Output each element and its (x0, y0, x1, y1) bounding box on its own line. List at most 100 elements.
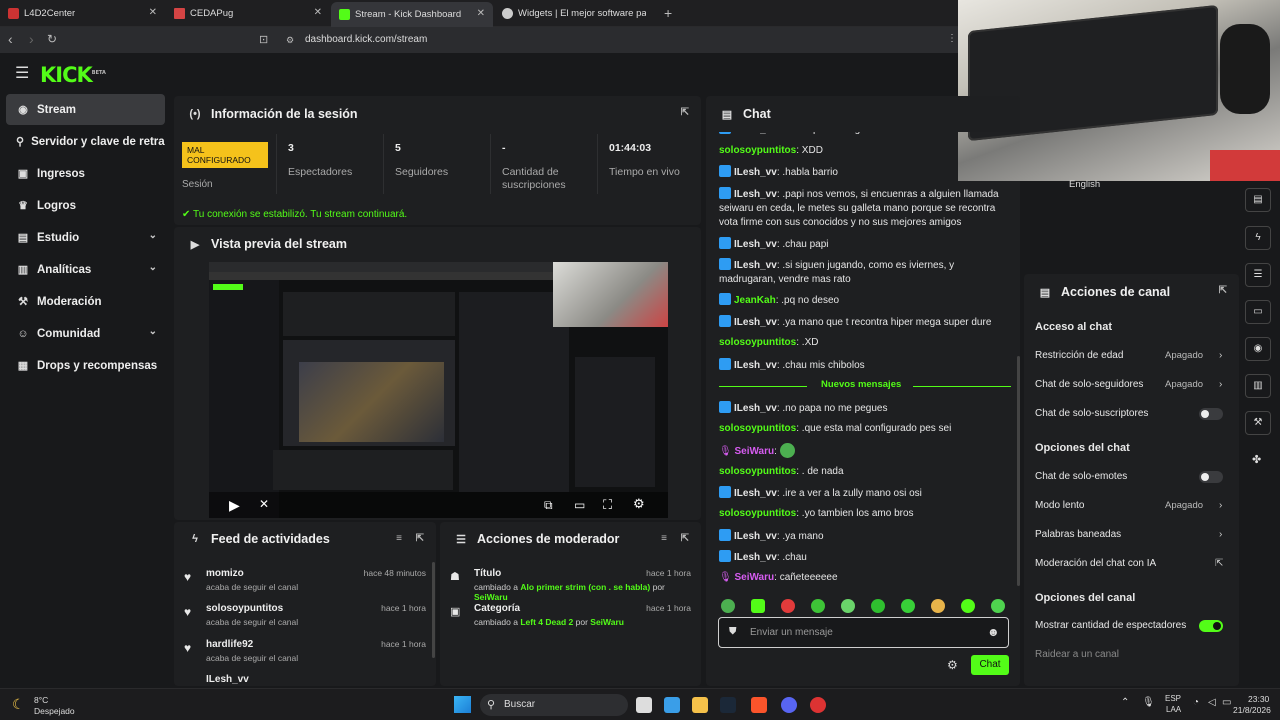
mic-icon[interactable]: 🎙 (1142, 697, 1155, 708)
activity-user[interactable]: ILesh_vv (206, 674, 426, 685)
back-icon[interactable]: ‹ (8, 31, 13, 47)
file-explorer-icon[interactable] (692, 697, 708, 713)
chat-username[interactable]: ILesh_vv (734, 403, 777, 414)
sidebar-item-income[interactable]: ▣ Ingresos (6, 158, 165, 189)
bookmark-icon[interactable]: ⊡ (259, 33, 268, 46)
chat-username[interactable]: ILesh_vv (734, 552, 777, 563)
sidebar-item-achievements[interactable]: ♛ Logros (6, 190, 165, 221)
emote-icon[interactable] (721, 599, 735, 613)
discord-icon[interactable] (781, 697, 797, 713)
chat-input[interactable]: ⛊ Enviar un mensaje ☻ (718, 617, 1009, 648)
chat-bubble-icon[interactable]: ▭ (1245, 300, 1271, 324)
chat-username[interactable]: solosoypuntitos (719, 337, 796, 348)
sidebar-item-moderation[interactable]: ⚒ Moderación (6, 286, 165, 317)
popout-icon[interactable]: ⇱ (416, 533, 424, 544)
sidebar-item-studio[interactable]: ▤ Estudio ⌄ (6, 222, 165, 253)
mod-action-user[interactable]: SeiWaru (590, 617, 624, 627)
battery-icon[interactable]: ▭ (1222, 697, 1231, 708)
browser-tab[interactable]: Widgets | El mejor software para pod (494, 0, 659, 27)
list-icon[interactable]: ☰ (1245, 263, 1271, 287)
reload-icon[interactable]: ↻ (47, 32, 57, 46)
mod-action-user[interactable]: SeiWaru (474, 592, 508, 602)
chat-send-button[interactable]: Chat (971, 655, 1009, 675)
emote-icon[interactable] (751, 599, 765, 613)
close-icon[interactable]: ✕ (314, 7, 322, 18)
chat-username[interactable]: solosoypuntitos (719, 508, 796, 519)
chat-username[interactable]: ILesh_vv (734, 531, 777, 542)
sidebar-item-server-key[interactable]: ⚲ Servidor y clave de retransmisión (6, 126, 165, 157)
emote-icon[interactable] (781, 599, 795, 613)
emote-icon[interactable] (961, 599, 975, 613)
sidebar-item-community[interactable]: ☺ Comunidad ⌄ (6, 318, 165, 349)
clock-time[interactable]: 23:30 (1248, 694, 1269, 704)
toggle-switch[interactable] (1199, 471, 1223, 483)
scrollbar[interactable] (432, 562, 435, 658)
chat-username[interactable]: solosoypuntitos (719, 466, 796, 477)
setting-raid[interactable]: Raidear a un canal (1035, 649, 1235, 660)
sidebar-item-analytics[interactable]: ▥ Analíticas ⌄ (6, 254, 165, 285)
hamburger-menu-icon[interactable]: ☰ (15, 63, 29, 83)
chat-settings-icon[interactable]: ⚙ (947, 658, 958, 672)
forward-icon[interactable]: › (29, 31, 34, 47)
chevron-up-icon[interactable]: ⌃ (1121, 697, 1129, 708)
taskbar-search[interactable]: ⚲ Buscar (480, 694, 628, 716)
browser-tab[interactable]: CEDAPug ✕ (166, 0, 330, 27)
emote-icon[interactable] (871, 599, 885, 613)
mute-icon[interactable]: ✕ (259, 497, 269, 511)
puzzle-icon[interactable]: ✤ (1252, 453, 1261, 466)
emote-icon[interactable] (811, 599, 825, 613)
theater-icon[interactable]: ▭ (574, 498, 585, 512)
popout-icon[interactable]: ⇱ (681, 533, 689, 544)
quick-action-icon[interactable]: ▤ (1245, 188, 1271, 212)
chat-scrollbar[interactable] (1017, 356, 1020, 586)
toggle-switch[interactable] (1199, 620, 1223, 632)
channel-icon[interactable]: ▥ (1245, 374, 1271, 398)
chat-username[interactable]: ILesh_vv (734, 317, 777, 328)
store-icon[interactable] (664, 697, 680, 713)
wifi-icon[interactable]: ◔ (1193, 697, 1199, 708)
kick-logo[interactable]: KICKBETA (40, 63, 106, 87)
sidebar-item-drops[interactable]: ▦ Drops y recompensas (6, 350, 165, 381)
setting-followers-only[interactable]: Chat de solo-seguidores Apagado › (1035, 379, 1235, 390)
setting-age-restriction[interactable]: Restricción de edad Apagado › (1035, 350, 1235, 361)
language-code[interactable]: ESP (1165, 694, 1181, 703)
setting-banned-words[interactable]: Palabras baneadas › (1035, 529, 1235, 540)
chat-username[interactable]: ILesh_vv (734, 488, 777, 499)
chat-username[interactable]: ILesh_vv (734, 189, 777, 200)
chat-username[interactable]: ILesh_vv (734, 360, 777, 371)
lightning-icon[interactable]: ϟ (1245, 226, 1271, 250)
language-layout[interactable]: LAA (1166, 705, 1181, 714)
setting-ai-moderation[interactable]: Moderación del chat con IA ⇱ (1035, 558, 1235, 569)
play-icon[interactable]: ▶ (229, 497, 240, 514)
filter-icon[interactable]: ≡ (396, 533, 402, 544)
popout-icon[interactable]: ⇱ (681, 107, 689, 118)
clock-date[interactable]: 21/8/2026 (1233, 705, 1271, 715)
broadcast-icon[interactable]: ◉ (1245, 337, 1271, 361)
stream-preview-video[interactable]: ▶ ✕ ⧉ ▭ ⛶ ⚙ (209, 262, 668, 518)
chat-username[interactable]: ILesh_vv (734, 239, 777, 250)
picture-in-picture-icon[interactable]: ⧉ (544, 498, 553, 513)
filter-icon[interactable]: ≡ (661, 533, 667, 544)
browser-tab[interactable]: L4D2Center ✕ (0, 0, 165, 27)
chat-username[interactable]: SeiWaru (734, 572, 774, 583)
emote-icon[interactable] (931, 599, 945, 613)
sidebar-item-stream[interactable]: ◉ Stream (6, 94, 165, 125)
fullscreen-icon[interactable]: ⛶ (603, 497, 612, 513)
toggle-switch[interactable] (1199, 408, 1223, 420)
setting-slow-mode[interactable]: Modo lento Apagado › (1035, 500, 1235, 511)
chat-username[interactable]: JeanKah (734, 295, 776, 306)
emote-icon[interactable] (901, 599, 915, 613)
windows-start-icon[interactable] (454, 696, 471, 713)
steam-icon[interactable] (720, 697, 736, 713)
close-icon[interactable]: ✕ (149, 7, 157, 18)
wrench-icon[interactable]: ⚒ (1245, 411, 1271, 435)
volume-icon[interactable]: ◁ (1208, 697, 1216, 708)
close-icon[interactable]: ✕ (477, 8, 485, 19)
new-tab-icon[interactable]: + (664, 5, 672, 21)
chat-username[interactable]: solosoypuntitos (719, 423, 796, 434)
emote-icon[interactable] (991, 599, 1005, 613)
task-view-icon[interactable] (636, 697, 652, 713)
browser-tab-active[interactable]: Stream - Kick Dashboard ✕ (331, 2, 493, 27)
menu-dots-icon[interactable]: ⋮ (947, 33, 957, 44)
chat-username[interactable]: ILesh_vv (734, 167, 777, 178)
